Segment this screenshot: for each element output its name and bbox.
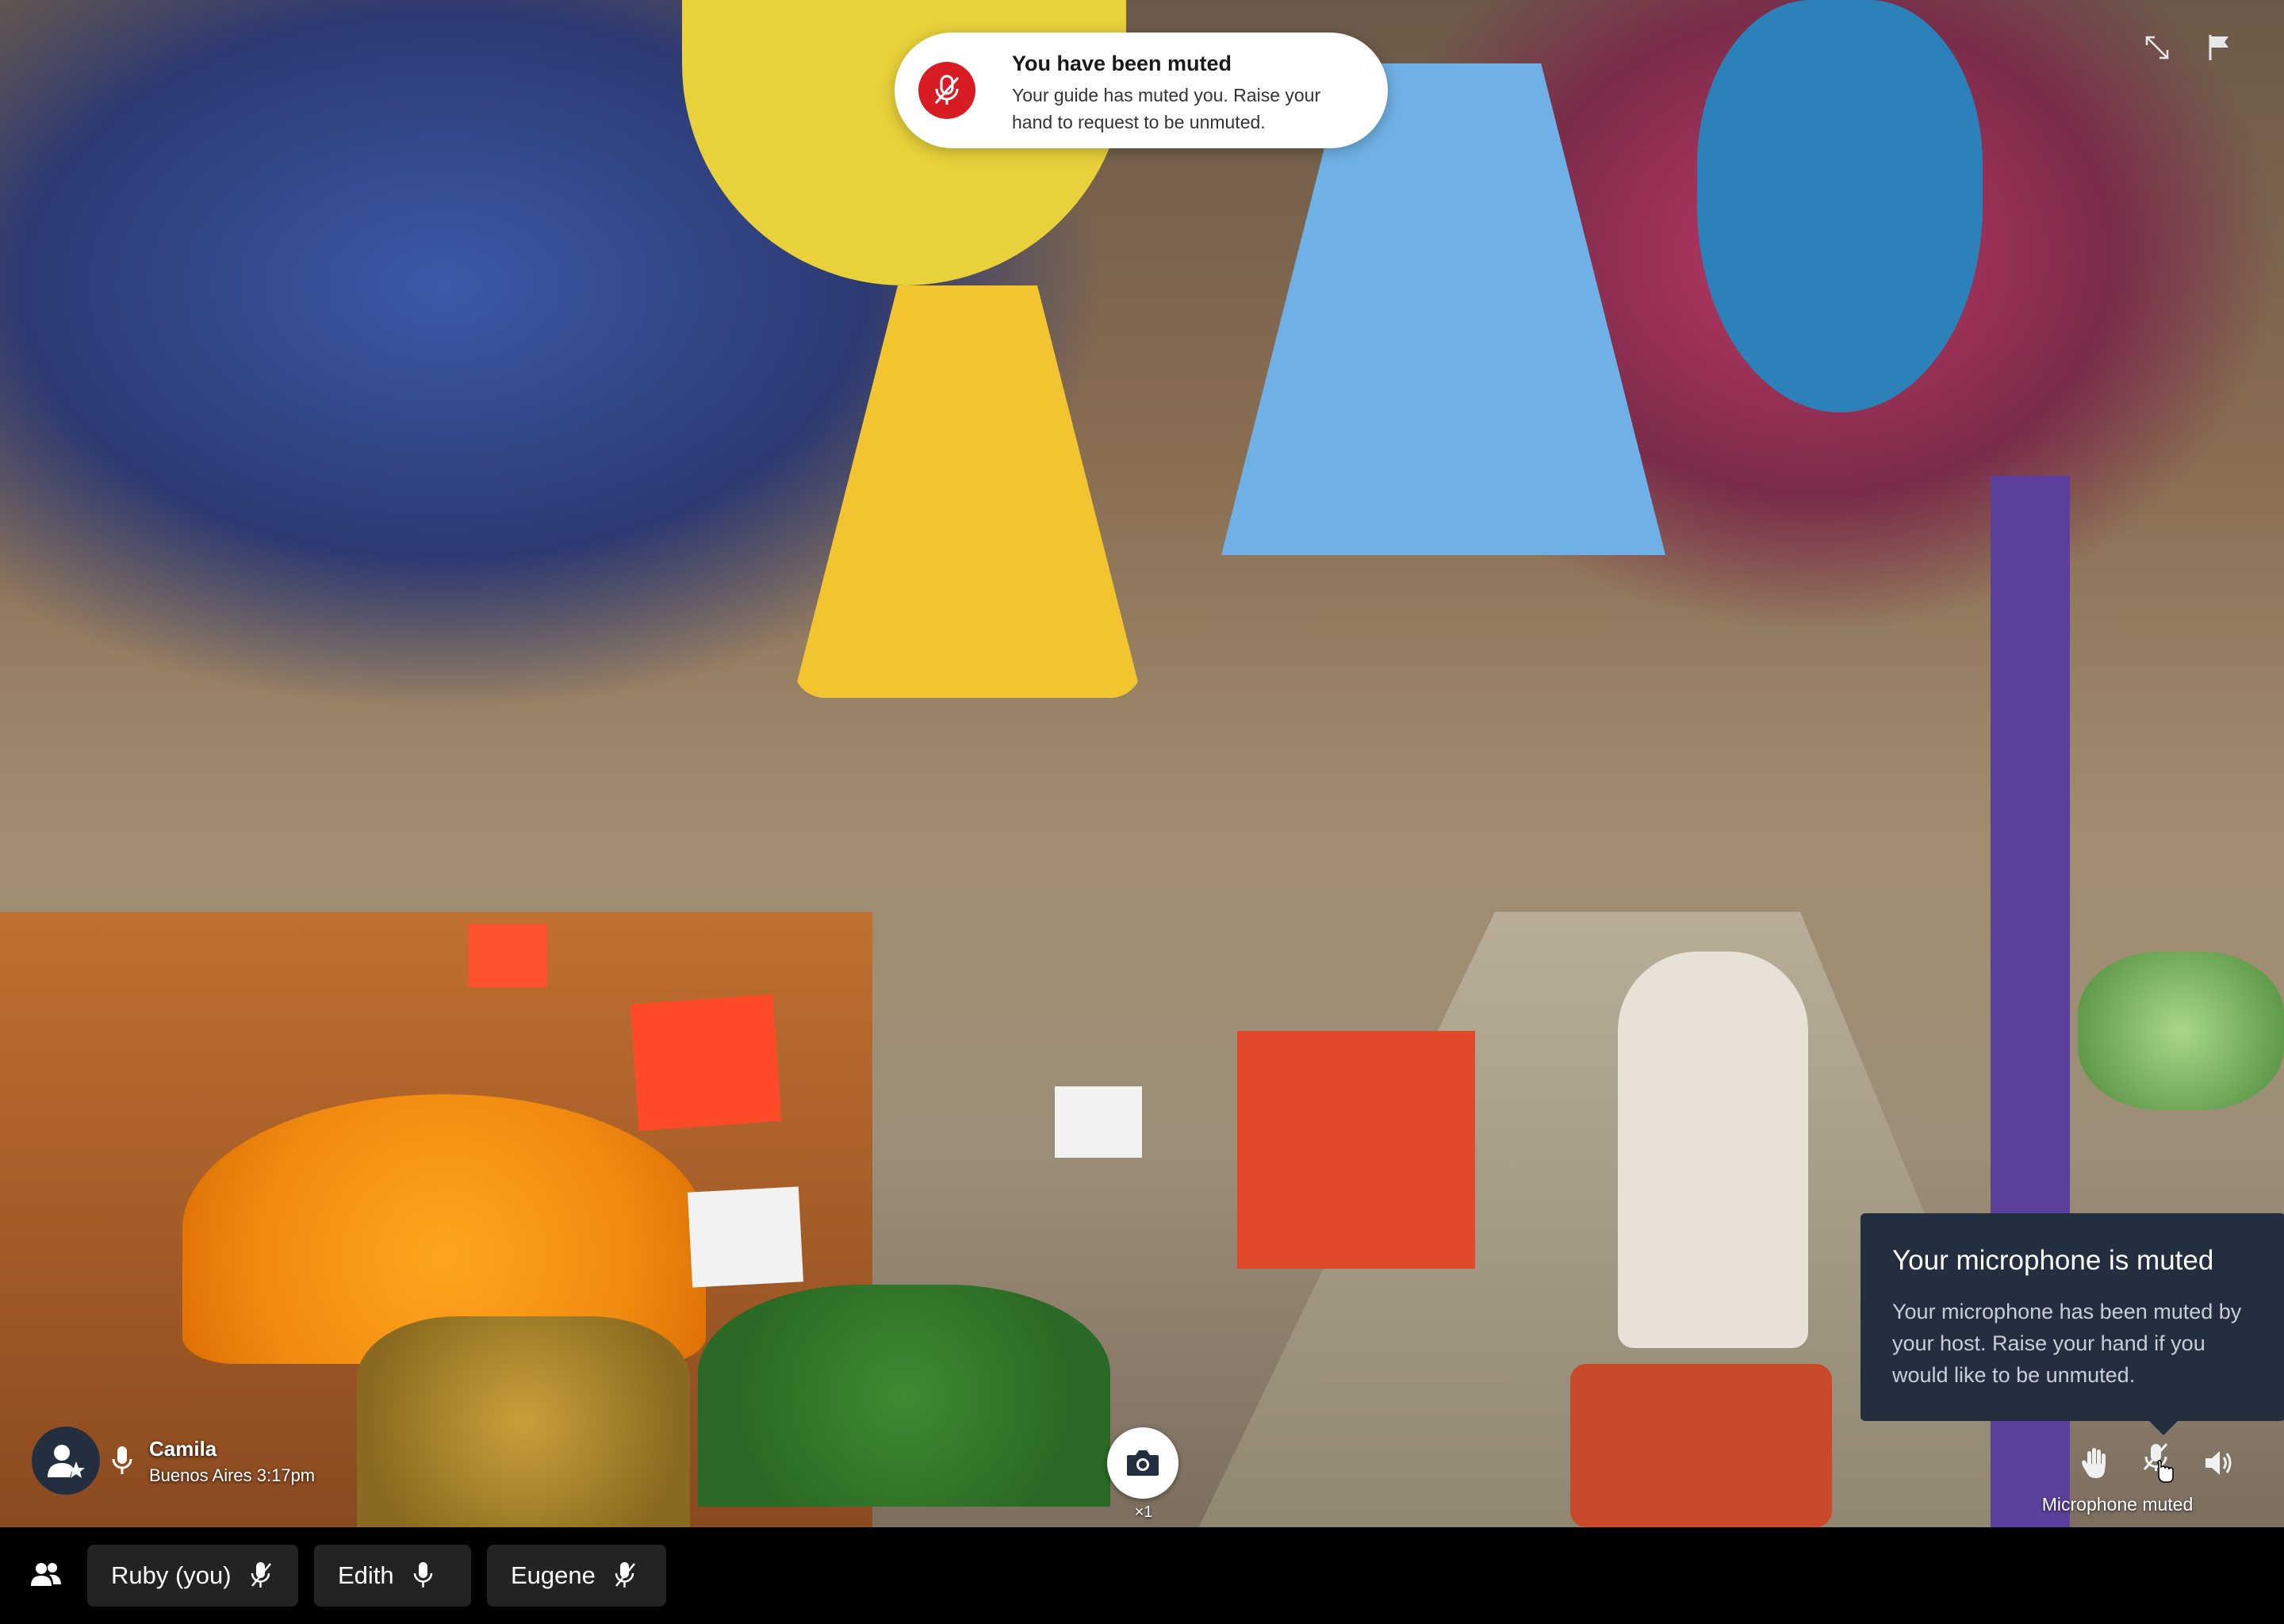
- tooltip-title: Your microphone is muted: [1892, 1245, 2214, 1276]
- price-sign: [468, 924, 547, 987]
- participant-name: Eugene: [511, 1561, 596, 1589]
- photo-count: ×1: [1134, 1503, 1153, 1521]
- camera-button[interactable]: [1107, 1427, 1178, 1499]
- flag-icon[interactable]: [2200, 29, 2238, 67]
- muted-toast: You have been muted Your guide has muted…: [895, 33, 1388, 148]
- cursor-hand-icon: [2157, 1460, 2174, 1483]
- people-icon[interactable]: [30, 1561, 62, 1589]
- price-sign: [630, 994, 782, 1132]
- blue-fringe-pinata: [1697, 0, 1983, 412]
- mic-toggle-button[interactable]: [2133, 1439, 2181, 1487]
- mic-icon: [412, 1560, 435, 1591]
- vendor-stall: [1237, 1031, 1475, 1269]
- participant-chip-edith[interactable]: Edith: [314, 1545, 471, 1607]
- host-name: Camila: [149, 1437, 217, 1461]
- tooltip-message: Your microphone has been muted by your h…: [1892, 1300, 2242, 1387]
- mic-off-icon: [613, 1560, 637, 1591]
- mic-status-caption: Microphone muted: [2041, 1494, 2194, 1515]
- toast-message: Your guide has muted you. Raise your han…: [1012, 85, 1321, 132]
- shopper: [1618, 952, 1808, 1348]
- host-avatar[interactable]: [32, 1427, 100, 1495]
- expand-icon[interactable]: [2138, 29, 2176, 67]
- toast-title: You have been muted: [1012, 52, 1232, 75]
- participant-name: Ruby (you): [111, 1561, 232, 1589]
- participants-bar: Ruby (you) Edith Eugene: [0, 1527, 2284, 1624]
- raise-hand-icon[interactable]: [2071, 1439, 2119, 1487]
- price-sign: [1055, 1086, 1142, 1158]
- cabbage-pile: [2078, 952, 2284, 1110]
- participant-name: Edith: [338, 1561, 394, 1589]
- mic-muted-tooltip: Your microphone is muted Your microphone…: [1861, 1213, 2284, 1435]
- participant-chip-eugene[interactable]: Eugene: [487, 1545, 666, 1607]
- pineapple-pile: [357, 1316, 690, 1527]
- host-star-icon: [48, 1445, 85, 1478]
- host-location-time: Buenos Aires 3:17pm: [149, 1465, 316, 1485]
- camera-icon: [1127, 1450, 1159, 1476]
- speaker-icon[interactable]: [2195, 1439, 2243, 1487]
- price-sign: [687, 1186, 804, 1288]
- shopping-cart: [1570, 1364, 1832, 1527]
- host-mic-icon: [111, 1445, 133, 1477]
- participant-chip-ruby[interactable]: Ruby (you): [87, 1545, 298, 1607]
- mic-off-icon: [918, 62, 975, 119]
- watermelon-pile: [698, 1285, 1110, 1507]
- mic-off-icon: [249, 1560, 273, 1591]
